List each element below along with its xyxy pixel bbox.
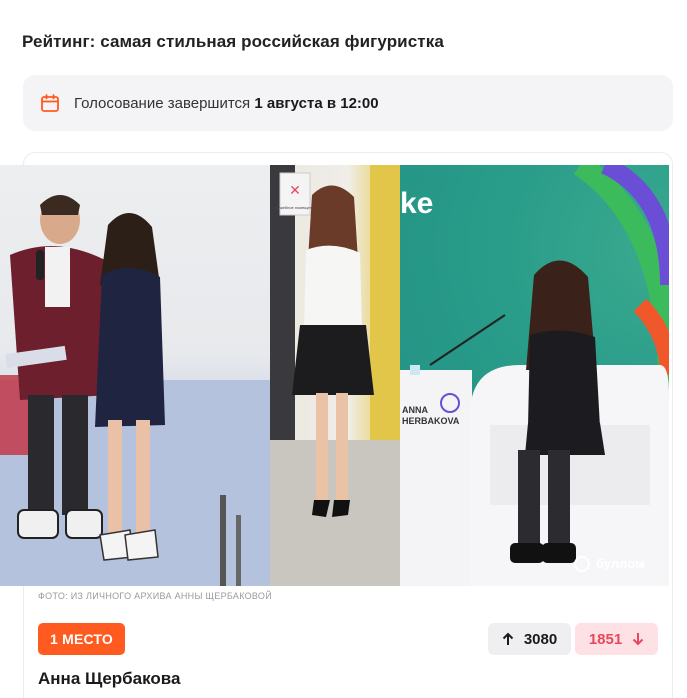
stand-name-bottom: HERBAKOVA (402, 416, 460, 426)
page-title: Рейтинг: самая стильная российская фигур… (22, 32, 444, 51)
upvote-count: 3080 (523, 630, 558, 648)
voting-deadline-box: Голосование завершится 1 августа в 12:00 (23, 75, 673, 131)
stage-scene-image (0, 195, 270, 586)
stand-name-top: ANNA (402, 405, 428, 415)
corridor-scene-image: ✕ служебное помещение (270, 165, 400, 586)
upvote-button[interactable]: 3080 (488, 623, 571, 655)
photo-panel-forum: ke ANNA HERBAKOVA буллом (400, 165, 669, 586)
place-badge: 1 МЕСТО (38, 623, 125, 655)
entry-name: Анна Щербакова (38, 669, 181, 688)
downvote-count: 1851 (588, 630, 623, 648)
voting-text: Голосование завершится 1 августа в 12:00 (74, 95, 379, 112)
arrow-up-icon (502, 632, 514, 645)
calendar-icon (41, 94, 59, 112)
photo-panel-stage (0, 165, 270, 586)
downvote-button[interactable]: 1851 (575, 623, 658, 655)
watermark-text: буллом (596, 556, 645, 571)
photo-panel-corridor: ✕ служебное помещение (270, 165, 400, 586)
entry-photo-collage[interactable]: ✕ служебное помещение ke ANNA HERBAKOVA (0, 165, 669, 586)
banner-letters: ke (400, 187, 433, 220)
photo-caption: ФОТО: ИЗ ЛИЧНОГО АРХИВА АННЫ ЩЕРБАКОВОЙ (38, 591, 273, 601)
voting-deadline: 1 августа в 12:00 (254, 94, 379, 112)
voting-prefix: Голосование завершится (74, 94, 251, 112)
arrow-down-icon (632, 633, 644, 646)
forum-scene-image: ke ANNA HERBAKOVA буллом (400, 165, 669, 586)
svg-text:✕: ✕ (289, 183, 301, 199)
sign-text: служебное помещение (274, 205, 318, 210)
